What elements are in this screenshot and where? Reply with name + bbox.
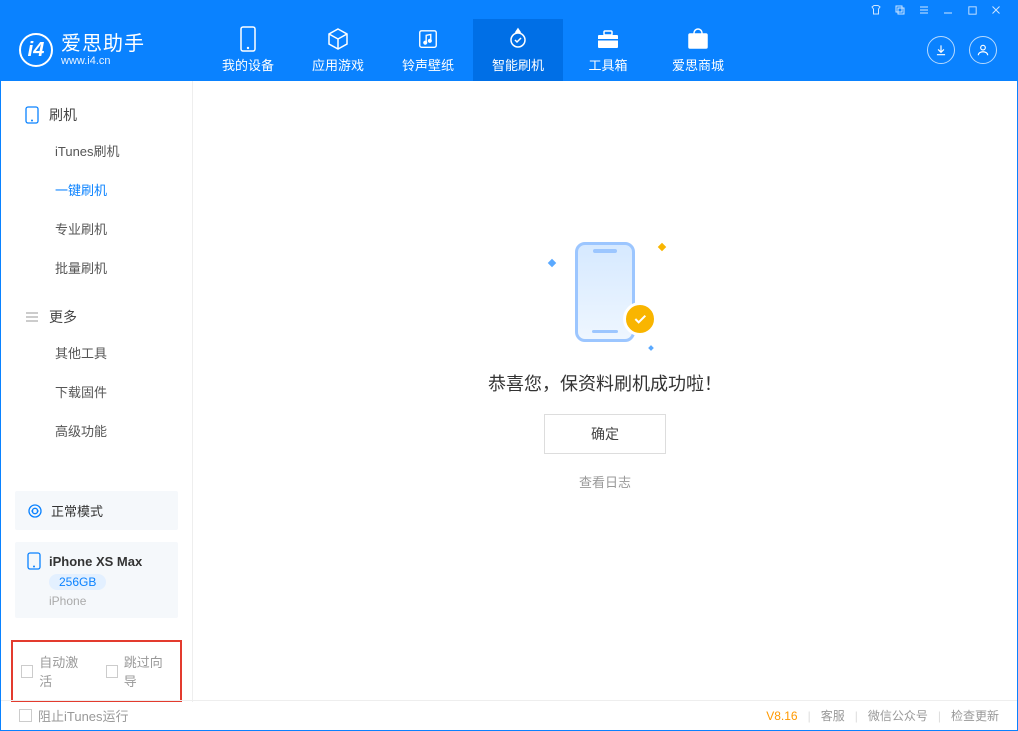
tab-toolbox[interactable]: 工具箱 xyxy=(563,19,653,81)
phone-icon xyxy=(25,106,39,124)
status-bar: 阻止iTunes运行 V8.16 | 客服 | 微信公众号 | 检查更新 xyxy=(1,700,1017,730)
success-illustration xyxy=(545,232,665,352)
device-storage: 256GB xyxy=(49,574,106,590)
checkbox-label: 自动激活 xyxy=(39,652,87,690)
sidebar-section-more: 更多 xyxy=(1,301,192,333)
app-url: www.i4.cn xyxy=(61,55,145,67)
checkbox-icon xyxy=(19,709,32,722)
minimize-icon[interactable] xyxy=(941,3,955,17)
refresh-icon xyxy=(506,27,530,51)
tab-label: 智能刷机 xyxy=(492,55,544,74)
checkbox-icon xyxy=(106,665,118,678)
device-info-card[interactable]: iPhone XS Max 256GB iPhone xyxy=(15,542,178,618)
device-icon xyxy=(27,552,41,570)
main-content: 恭喜您，保资料刷机成功啦！ 确定 查看日志 xyxy=(193,81,1017,702)
sidebar-item-itunes-flash[interactable]: iTunes刷机 xyxy=(1,131,192,170)
success-message: 恭喜您，保资料刷机成功啦！ xyxy=(488,370,722,396)
store-icon xyxy=(686,27,710,51)
sparkle-icon xyxy=(658,243,666,251)
music-icon xyxy=(416,27,440,51)
tab-label: 应用游戏 xyxy=(312,55,364,74)
footer-link-support[interactable]: 客服 xyxy=(821,707,845,724)
checkbox-block-itunes[interactable]: 阻止iTunes运行 xyxy=(19,706,129,725)
annotation-highlight-box: 自动激活 跳过向导 xyxy=(11,640,182,702)
maximize-icon[interactable] xyxy=(965,3,979,17)
close-icon[interactable] xyxy=(989,3,1003,17)
app-logo: i4 爱思助手 www.i4.cn xyxy=(19,33,179,67)
sidebar-section-flash: 刷机 xyxy=(1,99,192,131)
layers-icon[interactable] xyxy=(893,3,907,17)
checkbox-auto-activate[interactable]: 自动激活 xyxy=(21,652,88,690)
view-log-link[interactable]: 查看日志 xyxy=(579,472,631,491)
sparkle-icon xyxy=(648,345,654,351)
cube-icon xyxy=(326,27,350,51)
divider: | xyxy=(855,709,858,723)
header-actions xyxy=(927,36,997,64)
window-titlebar xyxy=(1,1,1017,19)
tab-ringtone-wallpaper[interactable]: 铃声壁纸 xyxy=(383,19,473,81)
logo-badge-icon: i4 xyxy=(19,33,53,67)
checkbox-label: 阻止iTunes运行 xyxy=(38,706,129,725)
device-name: iPhone XS Max xyxy=(49,554,142,569)
tab-apps-games[interactable]: 应用游戏 xyxy=(293,19,383,81)
check-badge-icon xyxy=(623,302,657,336)
section-title: 刷机 xyxy=(49,105,77,125)
divider: | xyxy=(938,709,941,723)
version-label: V8.16 xyxy=(766,709,797,723)
section-title: 更多 xyxy=(49,307,77,327)
tab-label: 工具箱 xyxy=(588,55,627,74)
tab-label: 我的设备 xyxy=(222,55,274,74)
sidebar-item-oneclick-flash[interactable]: 一键刷机 xyxy=(1,170,192,209)
user-button[interactable] xyxy=(969,36,997,64)
skin-icon[interactable] xyxy=(869,3,883,17)
tab-smart-flash[interactable]: 智能刷机 xyxy=(473,19,563,81)
hamburger-icon xyxy=(25,310,39,324)
main-tabs: 我的设备 应用游戏 铃声壁纸 智能刷机 工具箱 爱思商城 xyxy=(203,19,743,81)
sparkle-icon xyxy=(548,259,556,267)
tab-label: 铃声壁纸 xyxy=(402,55,454,74)
tab-my-device[interactable]: 我的设备 xyxy=(203,19,293,81)
toolbox-icon xyxy=(596,27,620,51)
ok-button[interactable]: 确定 xyxy=(544,414,666,454)
sidebar-item-other-tools[interactable]: 其他工具 xyxy=(1,333,192,372)
footer-link-update[interactable]: 检查更新 xyxy=(951,707,999,724)
menu-icon[interactable] xyxy=(917,3,931,17)
device-model: iPhone xyxy=(49,594,86,608)
sidebar: 刷机 iTunes刷机 一键刷机 专业刷机 批量刷机 更多 其他工具 下载固件 … xyxy=(1,81,193,702)
sidebar-item-batch-flash[interactable]: 批量刷机 xyxy=(1,248,192,287)
device-status-card[interactable]: 正常模式 xyxy=(15,491,178,530)
footer-link-wechat[interactable]: 微信公众号 xyxy=(868,707,928,724)
tab-store[interactable]: 爱思商城 xyxy=(653,19,743,81)
sidebar-item-advanced[interactable]: 高级功能 xyxy=(1,411,192,450)
device-icon xyxy=(236,27,260,51)
app-body: 刷机 iTunes刷机 一键刷机 专业刷机 批量刷机 更多 其他工具 下载固件 … xyxy=(1,81,1017,702)
checkbox-skip-guide[interactable]: 跳过向导 xyxy=(106,652,173,690)
checkbox-label: 跳过向导 xyxy=(124,652,172,690)
divider: | xyxy=(808,709,811,723)
app-header: i4 爱思助手 www.i4.cn 我的设备 应用游戏 铃声壁纸 智能刷机 工具… xyxy=(1,19,1017,81)
sidebar-item-download-firmware[interactable]: 下载固件 xyxy=(1,372,192,411)
app-name: 爱思助手 xyxy=(61,33,145,55)
sidebar-item-pro-flash[interactable]: 专业刷机 xyxy=(1,209,192,248)
status-label: 正常模式 xyxy=(51,501,103,520)
checkbox-icon xyxy=(21,665,33,678)
sync-icon xyxy=(27,503,43,519)
download-button[interactable] xyxy=(927,36,955,64)
tab-label: 爱思商城 xyxy=(672,55,724,74)
